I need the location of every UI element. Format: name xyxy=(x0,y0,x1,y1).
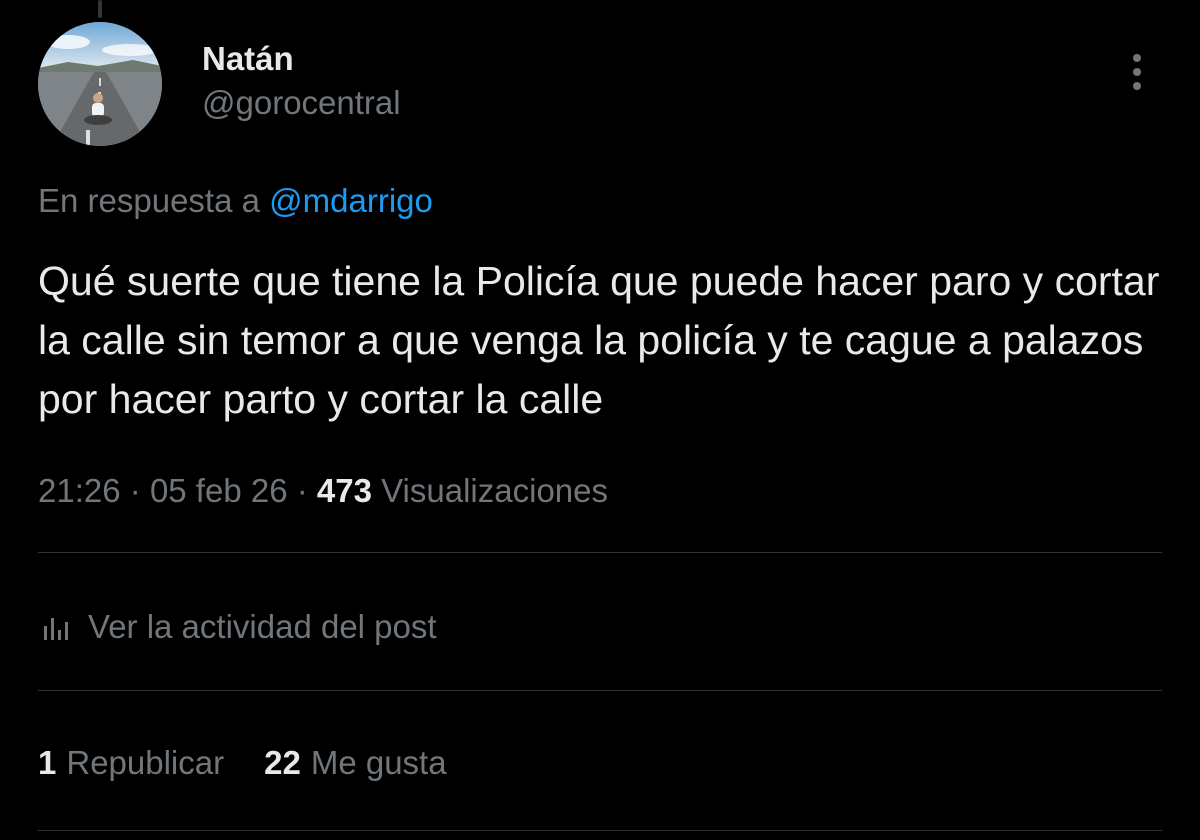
reply-context: En respuesta a @mdarrigo xyxy=(38,182,433,220)
thread-connector-line xyxy=(98,0,102,18)
post-activity-label: Ver la actividad del post xyxy=(88,608,437,645)
views-count: 473 xyxy=(316,472,372,509)
tweet-text: Qué suerte que tiene la Policía que pued… xyxy=(38,258,1160,422)
reposts-count: 1 xyxy=(38,744,57,781)
more-dot-icon xyxy=(1133,68,1141,76)
avatar[interactable] xyxy=(38,22,162,146)
author-handle[interactable]: @gorocentral xyxy=(202,84,401,122)
meta-separator: · xyxy=(296,472,308,509)
reposts-label: Republicar xyxy=(66,744,225,781)
divider xyxy=(38,690,1162,691)
author-display-name[interactable]: Natán xyxy=(202,40,294,78)
avatar-photo xyxy=(38,22,162,146)
engagement-stats: 1 Republicar 22 Me gusta xyxy=(38,744,447,782)
divider xyxy=(38,552,1162,553)
analytics-bars-icon xyxy=(38,612,78,642)
more-dot-icon xyxy=(1133,82,1141,90)
post-activity-link[interactable]: Ver la actividad del post xyxy=(38,605,437,649)
meta-separator: · xyxy=(129,472,141,509)
more-options-button[interactable] xyxy=(1120,48,1156,96)
divider xyxy=(38,830,1162,831)
views-label: Visualizaciones xyxy=(381,472,608,509)
reply-prefix: En respuesta a xyxy=(38,182,260,219)
reply-mention-link[interactable]: @mdarrigo xyxy=(269,182,433,219)
likes-label: Me gusta xyxy=(310,744,447,781)
reposts-stat[interactable]: 1 Republicar xyxy=(38,744,224,782)
more-dot-icon xyxy=(1133,54,1141,62)
tweet-meta: 21:26 · 05 feb 26 · 473 Visualizaciones xyxy=(38,472,608,510)
tweet-time[interactable]: 21:26 xyxy=(38,472,121,509)
likes-stat[interactable]: 22 Me gusta xyxy=(264,744,446,782)
tweet-date[interactable]: 05 feb 26 xyxy=(150,472,288,509)
likes-count: 22 xyxy=(264,744,301,781)
